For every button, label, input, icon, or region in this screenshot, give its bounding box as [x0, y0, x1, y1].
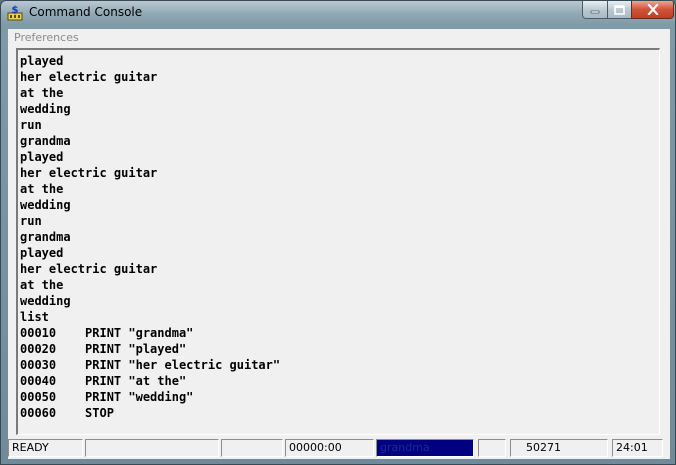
console-line: played	[20, 54, 64, 68]
console-line: 00030 PRINT "her electric guitar"	[20, 358, 281, 372]
console-line: 00010 PRINT "grandma"	[20, 326, 194, 340]
console-line: played	[20, 150, 64, 164]
menu-bar: Preferences	[8, 29, 670, 46]
status-timer: 00000:00	[285, 439, 374, 457]
console-line: 00020 PRINT "played"	[20, 342, 187, 356]
menu-preferences[interactable]: Preferences	[14, 31, 79, 44]
status-bar: READY 00000:00 grandma 50271 24:01	[8, 437, 670, 458]
console-output-area[interactable]: played her electric guitar at the weddin…	[16, 48, 660, 435]
console-dollar-icon[interactable]: $	[7, 4, 23, 21]
close-icon	[646, 4, 659, 15]
minimize-icon	[590, 10, 600, 13]
console-line: wedding	[20, 294, 71, 308]
console-text: played her electric guitar at the weddin…	[20, 53, 280, 421]
status-ready: READY	[8, 439, 83, 457]
console-line: wedding	[20, 198, 71, 212]
console-line: 00050 PRINT "wedding"	[20, 390, 194, 404]
svg-text:$: $	[12, 5, 19, 16]
client-area: Preferences played her electric guitar a…	[8, 29, 670, 459]
minimize-button[interactable]	[582, 1, 608, 19]
window-title: Command Console	[29, 5, 143, 19]
console-line: grandma	[20, 230, 71, 244]
console-line: 00040 PRINT "at the"	[20, 374, 187, 388]
console-line: her electric guitar	[20, 166, 158, 180]
command-console-window: $ Command Console Preferences played her…	[0, 0, 676, 465]
console-line: grandma	[20, 134, 71, 148]
status-panel-empty	[221, 439, 283, 457]
maximize-icon	[614, 4, 625, 15]
console-line: played	[20, 246, 64, 260]
maximize-button[interactable]	[607, 1, 632, 19]
console-line: her electric guitar	[20, 70, 158, 84]
close-button[interactable]	[631, 1, 674, 19]
console-line: at the	[20, 278, 64, 292]
console-line: run	[20, 214, 42, 228]
status-clock: 24:01	[612, 439, 663, 457]
status-bytes-free: 50271	[510, 439, 608, 457]
console-line: at the	[20, 182, 64, 196]
console-line: list	[20, 310, 49, 324]
console-line: run	[20, 118, 42, 132]
console-line: wedding	[20, 102, 71, 116]
console-line: her electric guitar	[20, 262, 158, 276]
status-program-name: grandma	[376, 439, 474, 457]
status-panel-empty	[85, 439, 219, 457]
status-panel-empty	[478, 439, 506, 457]
console-line: at the	[20, 86, 64, 100]
console-line: 00060 STOP	[20, 406, 114, 420]
title-bar[interactable]: $ Command Console	[1, 1, 675, 25]
